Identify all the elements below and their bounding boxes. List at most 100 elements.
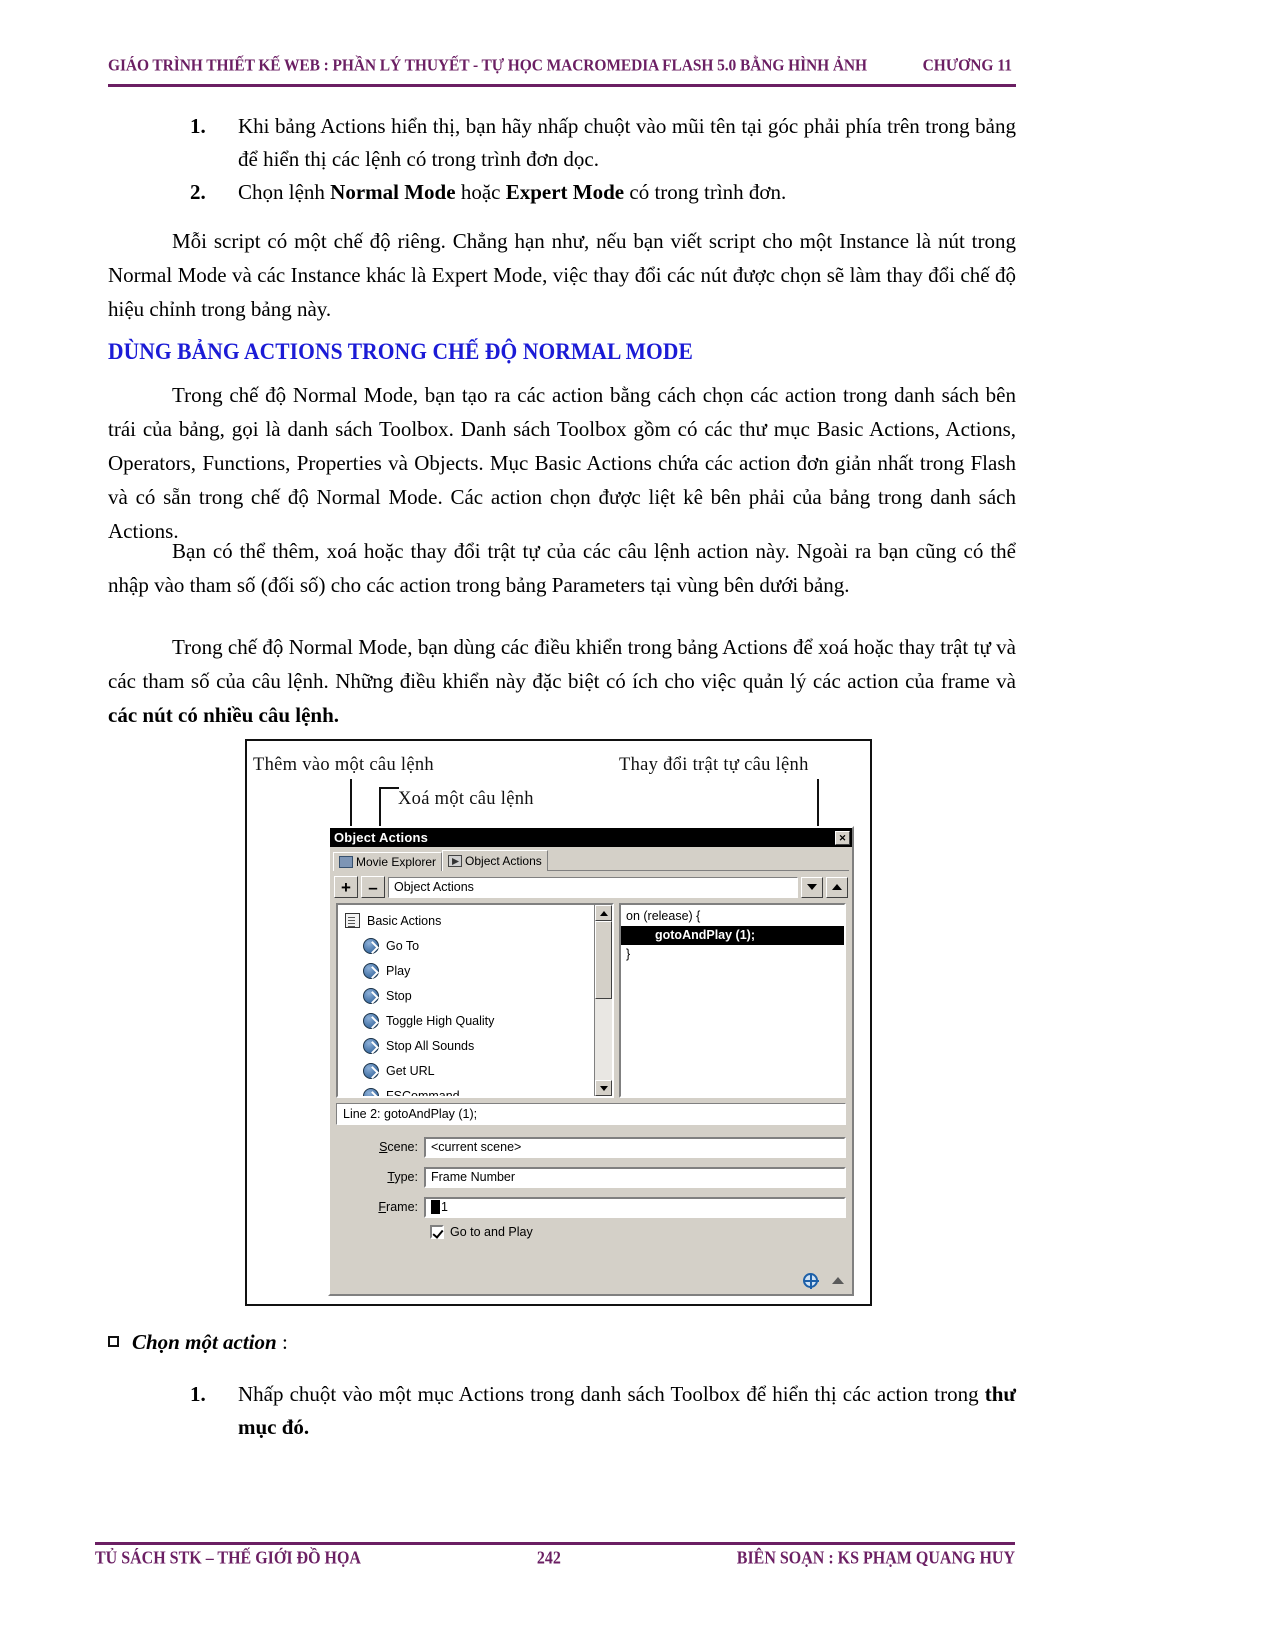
tab-object-actions[interactable]: Object Actions: [442, 850, 548, 871]
script-line: }: [626, 947, 631, 961]
toolbox-item-label: Get URL: [386, 1063, 435, 1078]
action-icon: [363, 987, 379, 1004]
toolbox-item-play[interactable]: Play: [341, 958, 594, 983]
scroll-down-button[interactable]: [595, 1080, 612, 1096]
toolbox-item-go-to[interactable]: Go To: [341, 933, 594, 958]
section-heading: DÙNG BẢNG ACTIONS TRONG CHẾ ĐỘ NORMAL MO…: [108, 338, 693, 365]
parameter-row-frame: Frame: 1: [336, 1195, 846, 1219]
toolbox-item-label: Stop All Sounds: [386, 1038, 475, 1053]
checkbox-label: Go to and Play: [450, 1225, 533, 1239]
list-text: Chọn lệnh Normal Mode hoặc Expert Mode c…: [238, 176, 1016, 209]
scene-value: <current scene>: [431, 1140, 522, 1154]
list-item: 2. Chọn lệnh Normal Mode hoặc Expert Mod…: [190, 176, 1016, 209]
toolbox-item-label: Toggle High Quality: [386, 1013, 495, 1028]
footer-right: BIÊN SOẠN : KS PHẠM QUANG HUY: [736, 1549, 1015, 1568]
type-field[interactable]: Frame Number: [424, 1166, 846, 1188]
frame-value: 1: [441, 1200, 448, 1214]
move-up-button[interactable]: [826, 876, 848, 898]
list-text-part: Chọn lệnh: [238, 180, 331, 204]
add-statement-button[interactable]: +: [334, 876, 358, 898]
text-caret: [431, 1200, 440, 1214]
tab-movie-explorer[interactable]: Movie Explorer: [333, 852, 443, 871]
dialog-panes: Basic Actions Go To Play Stop Toggle Hig…: [336, 903, 846, 1098]
script-line-selected[interactable]: gotoAndPlay (1);: [621, 926, 844, 945]
frame-label-rest: rame:: [386, 1200, 418, 1214]
running-header: GIÁO TRÌNH THIẾT KẾ WEB : PHẦN LÝ THUYẾT…: [108, 55, 1016, 76]
header-title: GIÁO TRÌNH THIẾT KẾ WEB : PHẦN LÝ THUYẾT…: [108, 55, 867, 75]
script-line: on (release) {: [626, 909, 701, 923]
actions-combo-value: Object Actions: [394, 880, 474, 894]
bullet-section: Chọn một action :: [108, 1330, 1016, 1355]
toolbox-scrollbar[interactable]: [594, 905, 612, 1096]
list-number: 1.: [190, 1382, 206, 1406]
parameters-panel: Scene: <current scene> Type: Frame Numbe…: [336, 1135, 846, 1239]
object-actions-dialog: Object Actions ✕ Movie Explorer Object A…: [328, 826, 854, 1296]
list-text-part: Nhấp chuột vào một mục Actions trong dan…: [238, 1382, 985, 1406]
toolbox-item-stop-all-sounds[interactable]: Stop All Sounds: [341, 1033, 594, 1058]
toolbox-item-toggle-high-quality[interactable]: Toggle High Quality: [341, 1008, 594, 1033]
type-label-rest: ype:: [394, 1170, 418, 1184]
square-bullet-icon: [108, 1336, 119, 1347]
parameter-row-scene: Scene: <current scene>: [336, 1135, 846, 1159]
footer-divider: [95, 1542, 1015, 1545]
toolbox-folder-label: Basic Actions: [367, 913, 442, 928]
resize-grip-icon[interactable]: [832, 1277, 844, 1284]
bullet-suffix: :: [276, 1330, 288, 1354]
footer-left: TỦ SÁCH STK – THẾ GIỚI ĐỒ HỌA: [95, 1549, 361, 1568]
action-icon: [363, 1087, 379, 1096]
movie-explorer-icon: [339, 856, 353, 868]
paragraph-text: Trong chế độ Normal Mode, bạn tạo ra các…: [108, 383, 1016, 543]
close-icon[interactable]: ✕: [835, 830, 850, 845]
frame-label: Frame:: [378, 1200, 418, 1214]
scene-field[interactable]: <current scene>: [424, 1136, 846, 1158]
toolbox-folder-basic-actions[interactable]: Basic Actions: [341, 908, 594, 933]
scene-label-rest: cene:: [387, 1140, 418, 1154]
toolbox-item-fscommand[interactable]: FSCommand: [341, 1083, 594, 1096]
action-icon: [363, 962, 379, 979]
scroll-up-button[interactable]: [595, 905, 612, 921]
checkbox-checked-icon[interactable]: [430, 1225, 444, 1239]
list-text: Nhấp chuột vào một mục Actions trong dan…: [238, 1378, 1016, 1444]
callout-delete-statement: Xoá một câu lệnh: [398, 789, 534, 809]
dialog-title: Object Actions: [334, 830, 429, 845]
go-to-and-play-checkbox-row[interactable]: Go to and Play: [430, 1225, 846, 1239]
toolbox-item-stop[interactable]: Stop: [341, 983, 594, 1008]
paragraph-text: Mỗi script có một chế độ riêng. Chẳng hạ…: [108, 229, 1016, 321]
paragraph-text: Bạn có thể thêm, xoá hoặc thay đổi trật …: [108, 539, 1016, 597]
toolbox-item-get-url[interactable]: Get URL: [341, 1058, 594, 1083]
tabstrip-filler: [547, 854, 849, 871]
action-icon: [363, 1062, 379, 1079]
globe-icon[interactable]: [803, 1273, 819, 1289]
header-chapter: CHƯƠNG 11: [922, 55, 1012, 75]
list-number: 2.: [190, 180, 206, 204]
action-icon: [363, 1037, 379, 1054]
bullet-section-text: Chọn một action :: [132, 1330, 288, 1355]
page-footer: TỦ SÁCH STK – THẾ GIỚI ĐỒ HỌA 242 BIÊN S…: [95, 1549, 1015, 1569]
list-number: 1.: [190, 114, 206, 138]
figure-screenshot: Thêm vào một câu lệnh Thay đổi trật tự c…: [245, 739, 872, 1306]
remove-statement-button[interactable]: –: [361, 876, 385, 898]
toolbox-item-label: FSCommand: [386, 1088, 460, 1097]
list-text-bold: Expert Mode: [505, 180, 625, 204]
list-text-part: có trong trình đơn.: [624, 180, 787, 204]
dialog-titlebar[interactable]: Object Actions ✕: [330, 828, 852, 847]
scene-label: Scene:: [379, 1140, 418, 1154]
dialog-bottom-bar: [803, 1273, 844, 1289]
flash-action-icon: [448, 855, 463, 867]
scroll-track[interactable]: [595, 921, 612, 1080]
list-text-bold: Normal Mode: [330, 180, 456, 204]
paragraph-4: Trong chế độ Normal Mode, bạn dùng các đ…: [108, 630, 1016, 732]
scroll-thumb[interactable]: [595, 921, 612, 999]
chevron-down-icon: [807, 884, 817, 890]
dialog-tabstrip: Movie Explorer Object Actions: [333, 849, 849, 871]
chevron-up-icon: [832, 884, 842, 890]
list-item: 1. Nhấp chuột vào một mục Actions trong …: [190, 1378, 1016, 1444]
frame-field[interactable]: 1: [424, 1196, 846, 1218]
actions-combo[interactable]: Object Actions: [388, 876, 798, 898]
line-info-text: Line 2: gotoAndPlay (1);: [343, 1107, 478, 1121]
toolbox-item-label: Play: [386, 963, 411, 978]
paragraph-bold: các nút có nhiều câu lệnh.: [108, 703, 340, 727]
move-down-button[interactable]: [801, 876, 823, 898]
bullet-label: Chọn một action: [132, 1330, 277, 1354]
script-pane[interactable]: on (release) { gotoAndPlay (1); }: [619, 903, 846, 1098]
